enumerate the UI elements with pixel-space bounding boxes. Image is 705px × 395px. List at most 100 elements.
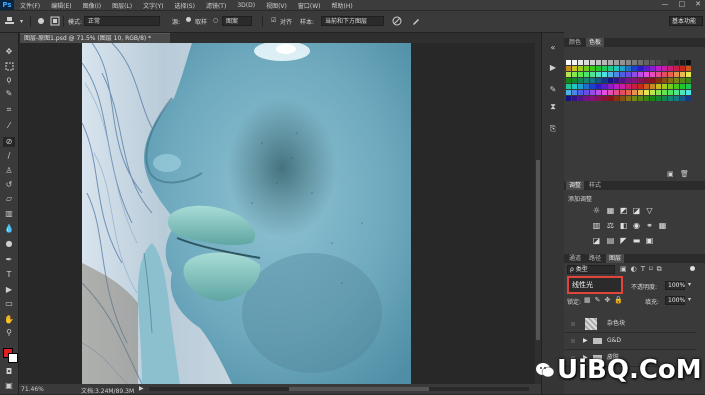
- color-swatch[interactable]: [608, 66, 613, 71]
- color-swatch[interactable]: [644, 90, 649, 95]
- color-swatch[interactable]: [680, 66, 685, 71]
- color-swatch[interactable]: [608, 84, 613, 89]
- color-swatch[interactable]: [608, 72, 613, 77]
- menu-3d[interactable]: 3D(D): [237, 2, 255, 9]
- clone-source-panel-icon[interactable]: [49, 16, 60, 26]
- color-swatch[interactable]: [638, 66, 643, 71]
- color-swatch[interactable]: [680, 90, 685, 95]
- history-brush-tool-icon[interactable]: ↺: [3, 180, 15, 190]
- document-tab[interactable]: 图层-原图1.psd @ 71.5% (图层 10, RGB/8) *: [20, 33, 170, 43]
- color-swatch[interactable]: [584, 66, 589, 71]
- color-swatch[interactable]: [578, 78, 583, 83]
- color-swatch[interactable]: [572, 60, 577, 65]
- color-swatch[interactable]: [632, 78, 637, 83]
- document-canvas[interactable]: [82, 43, 411, 384]
- color-swatch[interactable]: [680, 78, 685, 83]
- color-swatch[interactable]: [614, 90, 619, 95]
- color-swatch[interactable]: [626, 66, 631, 71]
- color-swatch[interactable]: [680, 72, 685, 77]
- color-swatch[interactable]: [656, 60, 661, 65]
- brush-preset-icon[interactable]: [35, 16, 46, 26]
- color-swatch[interactable]: [662, 90, 667, 95]
- layer-row[interactable]: ▶ G&D: [565, 333, 697, 350]
- hand-tool-icon[interactable]: ✋: [3, 315, 15, 325]
- color-swatch[interactable]: [602, 72, 607, 77]
- color-swatch[interactable]: [686, 96, 691, 101]
- color-swatch[interactable]: [602, 84, 607, 89]
- background-color-swatch[interactable]: [8, 353, 18, 363]
- zoom-tool-icon[interactable]: ⚲: [3, 328, 15, 338]
- history-panel-icon[interactable]: ⧗: [547, 101, 559, 113]
- color-swatch[interactable]: [644, 84, 649, 89]
- vertical-scrollbar-thumb[interactable]: [536, 160, 540, 340]
- color-swatch[interactable]: [662, 72, 667, 77]
- color-swatch[interactable]: [638, 60, 643, 65]
- color-swatch[interactable]: [608, 96, 613, 101]
- color-swatch[interactable]: [572, 78, 577, 83]
- opacity-slider-chevron-icon[interactable]: ▾: [688, 281, 691, 288]
- color-swatch[interactable]: [674, 96, 679, 101]
- play-action-icon[interactable]: ▶: [547, 61, 559, 73]
- brush-settings-icon[interactable]: ✎: [547, 83, 559, 95]
- color-swatch[interactable]: [590, 90, 595, 95]
- exposure-icon[interactable]: ◪: [632, 206, 641, 215]
- color-swatch[interactable]: [644, 78, 649, 83]
- color-swatch[interactable]: [602, 90, 607, 95]
- vibrance-icon[interactable]: ▽: [645, 206, 654, 215]
- group-expand-icon[interactable]: ▶: [583, 333, 588, 349]
- color-swatch[interactable]: [668, 66, 673, 71]
- selective-color-icon[interactable]: ▣: [645, 236, 654, 245]
- aligned-checkbox[interactable]: ☑: [271, 17, 276, 24]
- lock-pixels-icon[interactable]: ✎: [595, 296, 601, 304]
- color-swatch[interactable]: [674, 72, 679, 77]
- filter-pixel-icon[interactable]: ▣: [620, 265, 627, 274]
- color-swatch[interactable]: [566, 96, 571, 101]
- sample-dropdown[interactable]: 当前和下方图层: [321, 16, 384, 26]
- color-swatch[interactable]: [656, 84, 661, 89]
- color-swatch[interactable]: [614, 84, 619, 89]
- color-swatch[interactable]: [620, 78, 625, 83]
- color-swatch[interactable]: [566, 84, 571, 89]
- threshold-icon[interactable]: ◤: [619, 236, 628, 245]
- color-swatch[interactable]: [686, 78, 691, 83]
- color-swatch[interactable]: [572, 90, 577, 95]
- type-tool-icon[interactable]: T: [3, 270, 15, 280]
- color-swatch[interactable]: [596, 90, 601, 95]
- color-swatch[interactable]: [674, 66, 679, 71]
- color-swatch[interactable]: [680, 96, 685, 101]
- color-swatch[interactable]: [620, 90, 625, 95]
- color-swatch[interactable]: [584, 72, 589, 77]
- color-swatch[interactable]: [596, 72, 601, 77]
- gradient-map-icon[interactable]: ▬: [632, 236, 641, 245]
- layer-row[interactable]: 杂色块: [565, 316, 697, 333]
- quick-mask-icon[interactable]: ◘: [3, 367, 15, 377]
- color-swatch[interactable]: [632, 60, 637, 65]
- color-swatch[interactable]: [674, 78, 679, 83]
- color-swatch[interactable]: [638, 78, 643, 83]
- new-swatch-icon[interactable]: ▣: [667, 170, 675, 178]
- tab-layers[interactable]: 图层: [606, 254, 625, 263]
- clone-stamp-tool-icon[interactable]: ♙: [3, 166, 15, 176]
- color-swatch[interactable]: [656, 72, 661, 77]
- color-swatch[interactable]: [632, 90, 637, 95]
- eyedropper-tool-icon[interactable]: ⁄: [3, 121, 15, 131]
- color-swatch[interactable]: [584, 84, 589, 89]
- color-swatch[interactable]: [668, 72, 673, 77]
- menu-image[interactable]: 图像(I): [83, 1, 101, 10]
- color-swatch[interactable]: [662, 96, 667, 101]
- color-swatch[interactable]: [620, 66, 625, 71]
- color-swatch[interactable]: [608, 78, 613, 83]
- color-swatch[interactable]: [626, 60, 631, 65]
- color-swatch[interactable]: [602, 78, 607, 83]
- tab-swatches[interactable]: 色板: [586, 38, 605, 47]
- color-swatch[interactable]: [632, 96, 637, 101]
- color-swatch[interactable]: [590, 78, 595, 83]
- clone-stamp-tool-icon[interactable]: [4, 16, 15, 26]
- color-swatch[interactable]: [590, 84, 595, 89]
- color-swatch[interactable]: [650, 72, 655, 77]
- menu-type[interactable]: 文字(Y): [143, 1, 163, 10]
- source-pattern-radio[interactable]: ○: [213, 17, 218, 24]
- zoom-level[interactable]: 71.46%: [21, 386, 44, 393]
- color-swatch[interactable]: [632, 72, 637, 77]
- tool-preset-chevron-icon[interactable]: ▾: [16, 16, 27, 26]
